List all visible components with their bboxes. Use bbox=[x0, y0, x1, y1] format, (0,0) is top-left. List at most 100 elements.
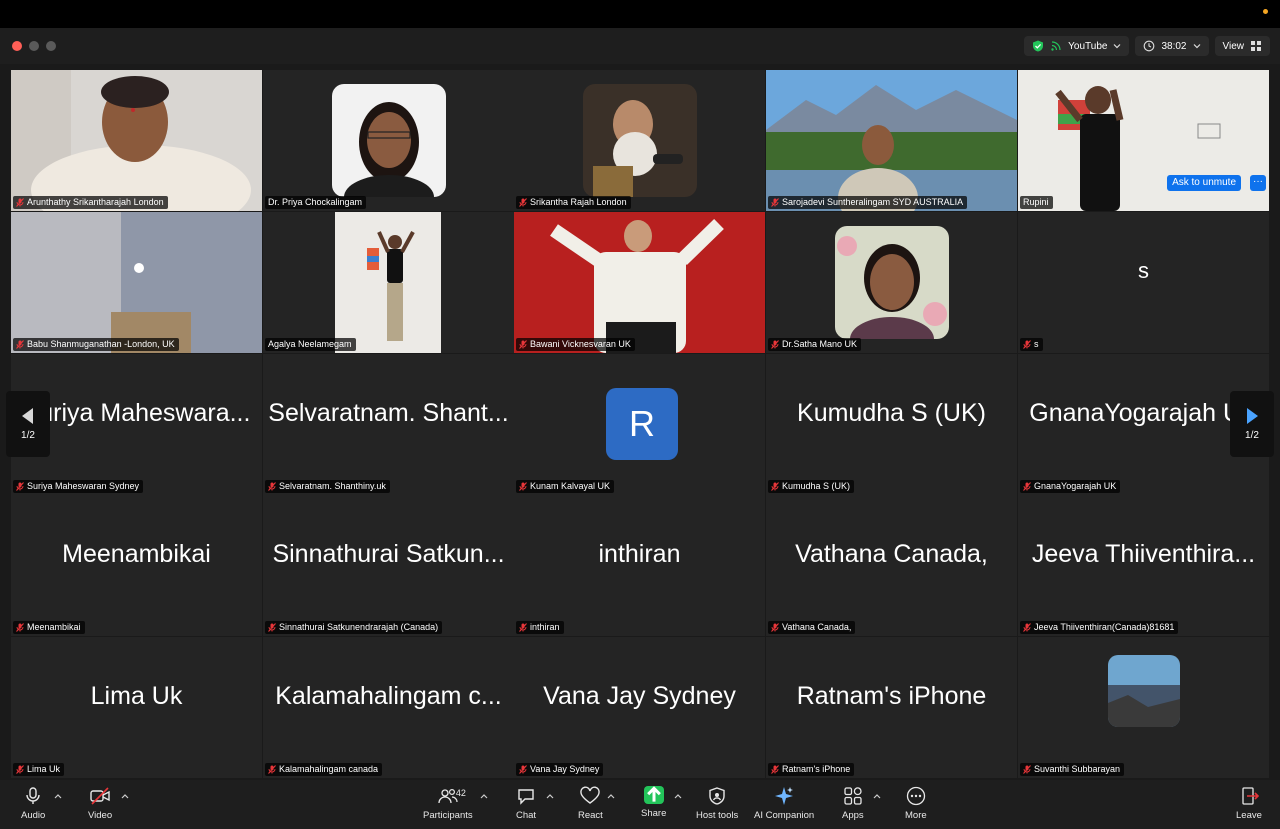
apps-icon bbox=[844, 787, 862, 805]
muted-mic-icon bbox=[771, 482, 779, 491]
participant-name-label: Kalamahalingam canada bbox=[265, 763, 383, 776]
participant-tile[interactable]: Vana Jay Sydney Vana Jay Sydney bbox=[514, 637, 765, 778]
participant-name-label: Sinnathurai Satkunendrarajah (Canada) bbox=[265, 621, 443, 634]
participant-tile[interactable]: Kumudha S (UK) Kumudha S (UK) bbox=[766, 354, 1017, 495]
ask-to-unmute-button[interactable]: Ask to unmute bbox=[1167, 175, 1241, 191]
host-tools-button[interactable]: Host tools bbox=[696, 786, 738, 826]
stream-status[interactable]: YouTube bbox=[1024, 36, 1130, 56]
muted-mic-icon bbox=[268, 765, 276, 774]
participant-tile[interactable]: Arunthathy Srikantharajah London bbox=[11, 70, 262, 211]
profile-photo bbox=[835, 226, 949, 339]
video-feed bbox=[11, 212, 262, 353]
participant-tile[interactable]: Meenambikai Meenambikai bbox=[11, 495, 262, 636]
participant-tile[interactable]: Sarojadevi Suntheralingam SYD AUSTRALIA bbox=[766, 70, 1017, 211]
chevron-up-icon[interactable] bbox=[546, 793, 554, 799]
participant-name-label: Selvaratnam. Shanthiny.uk bbox=[265, 480, 390, 493]
tile-more-options-button[interactable]: ··· bbox=[1250, 175, 1266, 191]
meeting-timer[interactable]: 38:02 bbox=[1135, 36, 1209, 56]
participant-tile[interactable]: inthiran inthiran bbox=[514, 495, 765, 636]
audio-button[interactable]: Audio bbox=[21, 786, 45, 826]
participant-name-label: Arunthathy Srikantharajah London bbox=[13, 196, 168, 209]
participant-name-label: GnanaYogarajah UK bbox=[1020, 480, 1121, 493]
participant-name-label: Vana Jay Sydney bbox=[516, 763, 604, 776]
heart-icon bbox=[580, 786, 601, 804]
participant-display-name: Kumudha S (UK) bbox=[797, 398, 986, 427]
muted-mic-icon bbox=[519, 765, 527, 774]
participant-name-label: Kunam Kalvayal UK bbox=[516, 480, 615, 493]
participant-name-label: Lima Uk bbox=[13, 763, 65, 776]
participant-name-label: Sarojadevi Suntheralingam SYD AUSTRALIA bbox=[768, 196, 968, 209]
next-page-button[interactable]: 1/2 bbox=[1230, 391, 1274, 457]
participant-name-label: Agalya Neelamegam bbox=[265, 338, 356, 351]
participant-tile[interactable]: Vathana Canada, Vathana Canada, bbox=[766, 495, 1017, 636]
share-arrow-icon bbox=[643, 786, 664, 804]
chevron-up-icon[interactable] bbox=[674, 793, 682, 799]
video-feed bbox=[335, 212, 441, 353]
participant-tile[interactable]: Bawani Vicknesvaran UK bbox=[514, 212, 765, 353]
muted-mic-icon bbox=[771, 623, 779, 632]
participant-display-name: Selvaratnam. Shant... bbox=[268, 398, 509, 427]
participant-display-name: Ratnam's iPhone bbox=[796, 681, 987, 710]
participant-tile[interactable]: Agalya Neelamegam bbox=[263, 212, 514, 353]
apps-button[interactable]: Apps bbox=[842, 786, 864, 826]
chevron-up-icon[interactable] bbox=[607, 793, 615, 799]
profile-photo bbox=[332, 84, 446, 197]
participant-tile[interactable]: s s bbox=[1018, 212, 1269, 353]
participant-name-label: Rupini bbox=[1020, 196, 1053, 209]
meeting-toolbar: Audio Video 42 Participants Chat React S… bbox=[0, 780, 1280, 829]
participant-tile[interactable]: Babu Shanmuganathan -London, UK bbox=[11, 212, 262, 353]
muted-mic-icon bbox=[771, 340, 779, 349]
participant-name-label: Meenambikai bbox=[13, 621, 85, 634]
chevron-up-icon[interactable] bbox=[54, 793, 62, 799]
share-button[interactable]: Share bbox=[641, 786, 666, 826]
muted-mic-icon bbox=[519, 198, 527, 207]
participant-tile[interactable]: R Kunam Kalvayal UK bbox=[514, 354, 765, 495]
zoom-window: YouTube 38:02 View Arunthathy Srikanthar… bbox=[0, 28, 1280, 829]
participant-tile[interactable]: Jeeva Thiiventhira... Jeeva Thiiventhiran… bbox=[1018, 495, 1269, 636]
muted-mic-icon bbox=[16, 765, 24, 774]
participant-tile[interactable]: Suvanthi Subbarayan bbox=[1018, 637, 1269, 778]
arrow-left-icon bbox=[22, 407, 33, 424]
people-icon bbox=[438, 788, 458, 804]
muted-mic-icon bbox=[1023, 765, 1031, 774]
minimize-window-button[interactable] bbox=[29, 41, 39, 51]
ai-companion-button[interactable]: AI Companion bbox=[754, 786, 814, 826]
participant-tile[interactable]: Srikantha Rajah London bbox=[514, 70, 765, 211]
chevron-up-icon[interactable] bbox=[121, 793, 129, 799]
participant-tile[interactable]: Lima Uk Lima Uk bbox=[11, 637, 262, 778]
video-button[interactable]: Video bbox=[88, 786, 112, 826]
muted-mic-icon bbox=[519, 623, 527, 632]
react-button[interactable]: React bbox=[578, 786, 603, 826]
muted-mic-icon bbox=[16, 623, 24, 632]
broadcast-icon bbox=[1051, 41, 1061, 51]
muted-mic-icon bbox=[1023, 482, 1031, 491]
video-feed bbox=[11, 70, 262, 211]
chevron-up-icon[interactable] bbox=[873, 793, 881, 799]
muted-mic-icon bbox=[16, 198, 24, 207]
participant-tile[interactable]: Dr.Satha Mano UK bbox=[766, 212, 1017, 353]
participant-name-label: Kumudha S (UK) bbox=[768, 480, 855, 493]
close-window-button[interactable] bbox=[12, 41, 22, 51]
participants-button[interactable]: 42 Participants bbox=[423, 786, 473, 826]
leave-button[interactable]: Leave bbox=[1236, 786, 1262, 826]
muted-mic-icon bbox=[1023, 623, 1031, 632]
participant-tile[interactable]: Dr. Priya Chockalingam bbox=[263, 70, 514, 211]
os-menubar bbox=[0, 0, 1280, 28]
participant-tile[interactable]: Ratnam's iPhone Ratnam's iPhone bbox=[766, 637, 1017, 778]
participant-name-label: s bbox=[1020, 338, 1043, 351]
title-bar: YouTube 38:02 View bbox=[0, 28, 1280, 64]
participant-avatar: R bbox=[606, 388, 678, 460]
muted-mic-icon bbox=[519, 340, 527, 349]
participant-tile[interactable]: Sinnathurai Satkun... Sinnathurai Satkune… bbox=[263, 495, 514, 636]
participant-display-name: Kalamahalingam c... bbox=[275, 681, 502, 710]
participant-name-label: Babu Shanmuganathan -London, UK bbox=[13, 338, 179, 351]
participant-tile[interactable]: Kalamahalingam c... Kalamahalingam canada bbox=[263, 637, 514, 778]
view-button[interactable]: View bbox=[1214, 36, 1270, 56]
chevron-up-icon[interactable] bbox=[480, 793, 488, 799]
more-button[interactable]: More bbox=[905, 786, 927, 826]
chat-button[interactable]: Chat bbox=[516, 786, 536, 826]
zoom-window-button[interactable] bbox=[46, 41, 56, 51]
previous-page-button[interactable]: 1/2 bbox=[6, 391, 50, 457]
participant-tile[interactable]: Selvaratnam. Shant... Selvaratnam. Shanth… bbox=[263, 354, 514, 495]
shield-icon bbox=[709, 787, 725, 805]
